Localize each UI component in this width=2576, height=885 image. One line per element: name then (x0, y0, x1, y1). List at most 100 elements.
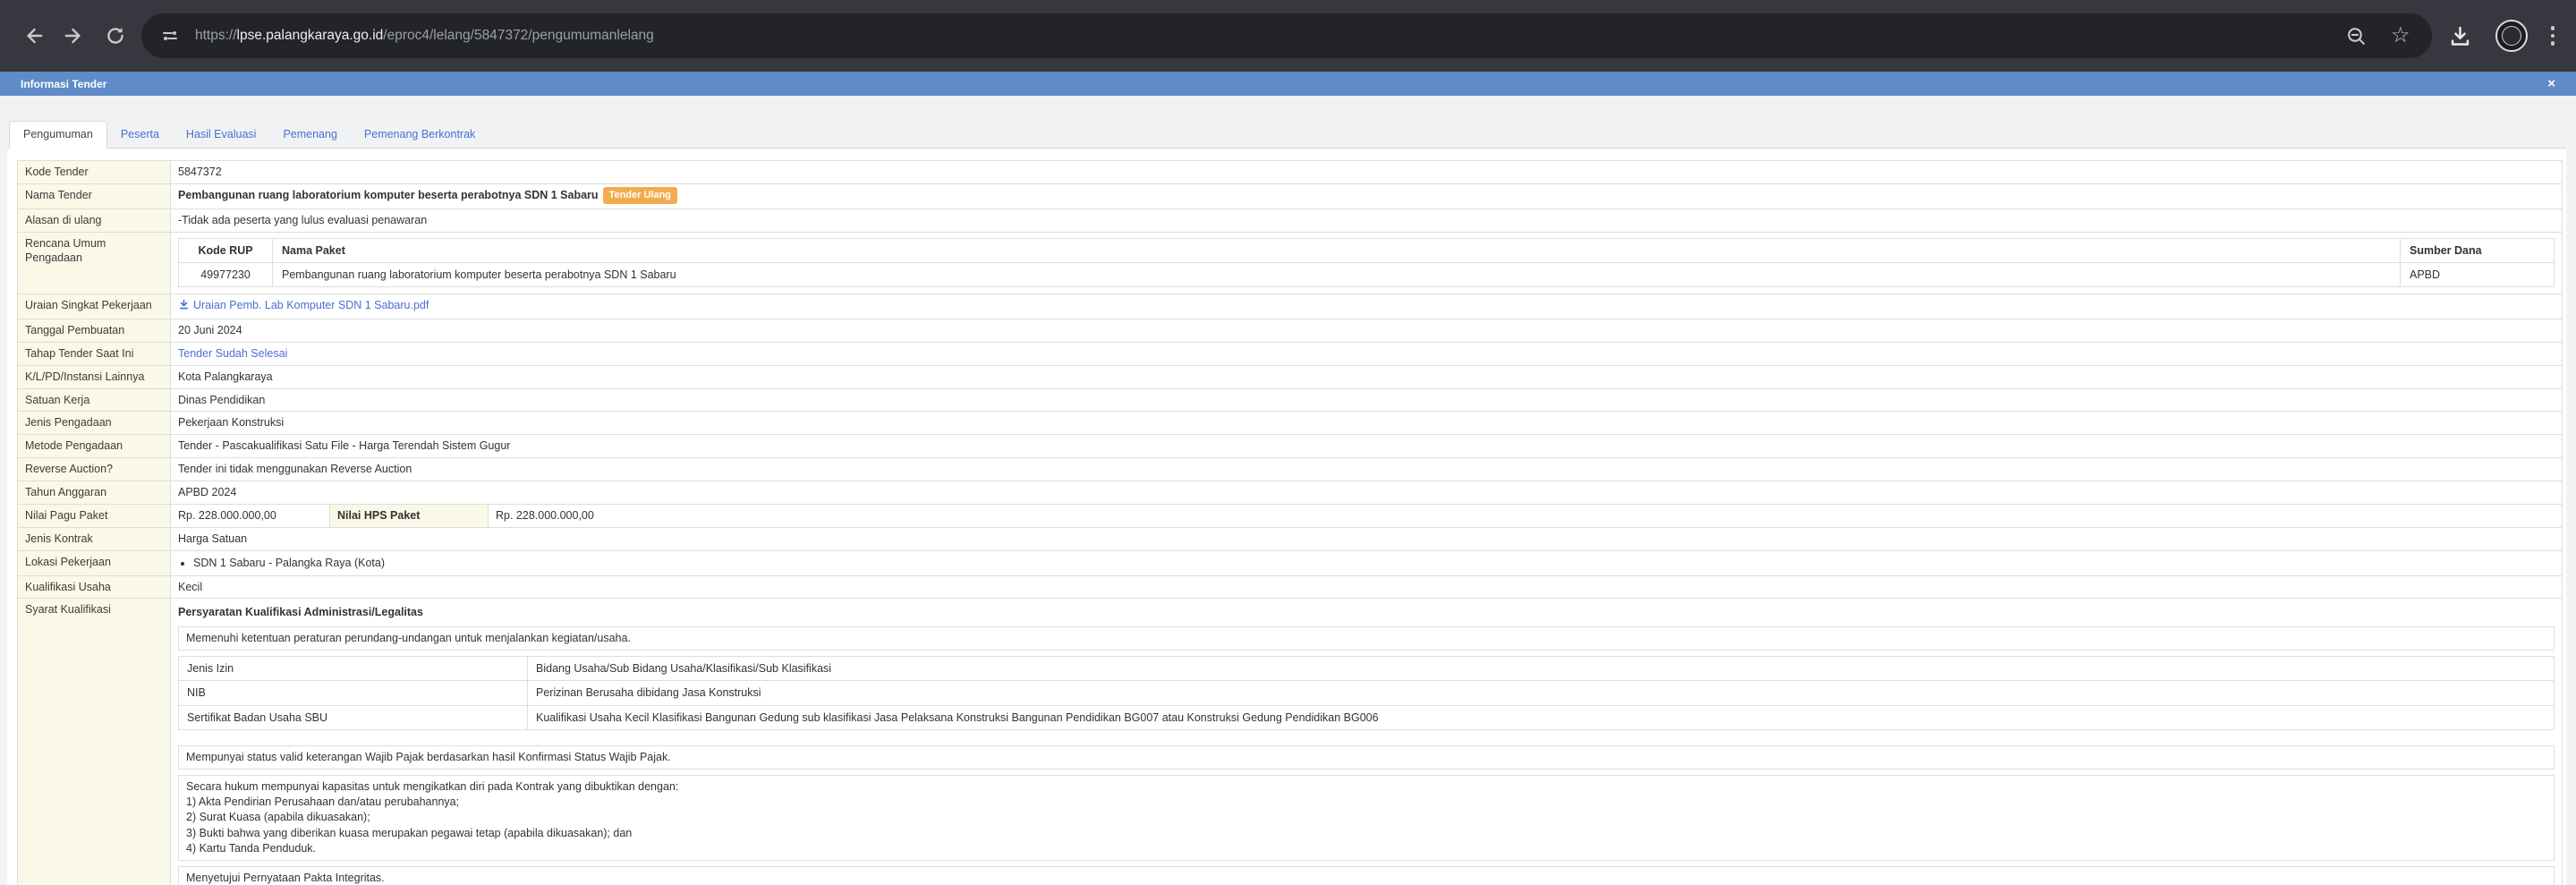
table-row: Satuan Kerja Dinas Pendidikan (18, 389, 2563, 413)
row-label: Kualifikasi Usaha (18, 576, 171, 600)
nama-tender-value: Pembangunan ruang laboratorium komputer … (178, 189, 599, 201)
row-label: Syarat Kualifikasi (18, 599, 171, 885)
nilai-hps-value: Rp. 228.000.000,00 (489, 505, 2563, 528)
browser-toolbar: https://lpse.palangkaraya.go.id/eproc4/l… (0, 0, 2576, 72)
tender-info-table: Kode Tender 5847372 Nama Tender Pembangu… (17, 160, 2563, 885)
table-row: Alasan di ulang -Tidak ada peserta yang … (18, 209, 2563, 233)
download-icon (178, 299, 190, 315)
row-label: Nama Tender (18, 184, 171, 209)
profile-avatar[interactable] (2495, 20, 2528, 52)
tender-page: Pengumuman Peserta Hasil Evaluasi Pemena… (0, 96, 2576, 885)
site-info-icon[interactable] (159, 25, 181, 47)
forward-button[interactable] (54, 15, 95, 56)
forward-icon (63, 24, 86, 47)
table-row: Tahap Tender Saat Ini Tender Sudah Seles… (18, 343, 2563, 366)
requirement-item: Mempunyai status valid keterangan Wajib … (178, 745, 2555, 770)
metode-value: Tender - Pascakualifikasi Satu File - Ha… (171, 435, 2563, 458)
row-label: Jenis Pengadaan (18, 412, 171, 435)
table-row: K/L/PD/Instansi Lainnya Kota Palangkaray… (18, 366, 2563, 389)
nilai-hps-label: Nilai HPS Paket (330, 505, 489, 528)
table-row: Kualifikasi Usaha Kecil (18, 576, 2563, 600)
jenis-pengadaan-value: Pekerjaan Konstruksi (171, 412, 2563, 435)
row-label: Metode Pengadaan (18, 435, 171, 458)
izin-table: Jenis Izin Bidang Usaha/Sub Bidang Usaha… (178, 656, 2555, 730)
row-label: Nilai Pagu Paket (18, 505, 171, 528)
back-icon (21, 24, 45, 47)
alasan-value: -Tidak ada peserta yang lulus evaluasi p… (171, 209, 2563, 233)
modal-title: Informasi Tender (21, 78, 106, 90)
reverse-auction-value: Tender ini tidak menggunakan Reverse Auc… (171, 458, 2563, 481)
browser-menu-icon[interactable] (2551, 26, 2555, 46)
url-text[interactable]: https://lpse.palangkaraya.go.id/eproc4/l… (195, 28, 654, 44)
tab-pemenang[interactable]: Pemenang (269, 122, 350, 148)
kode-tender-value: 5847372 (171, 161, 2563, 184)
rup-header-kode: Kode RUP (179, 238, 273, 262)
izin-row: NIB Perizinan Berusaha dibidang Jasa Kon… (179, 681, 2555, 705)
avatar-seal (2502, 26, 2521, 46)
table-row: Jenis Pengadaan Pekerjaan Konstruksi (18, 412, 2563, 435)
tab-pemenang-berkontrak[interactable]: Pemenang Berkontrak (351, 122, 489, 148)
table-row: Metode Pengadaan Tender - Pascakualifika… (18, 435, 2563, 458)
row-label: Uraian Singkat Pekerjaan (18, 294, 171, 319)
table-row: Reverse Auction? Tender ini tidak menggu… (18, 458, 2563, 481)
table-row: Jenis Kontrak Harga Satuan (18, 528, 2563, 551)
rup-kode: 49977230 (179, 262, 273, 286)
uraian-pdf-link[interactable]: Uraian Pemb. Lab Komputer SDN 1 Sabaru.p… (178, 299, 429, 311)
requirement-item: Memenuhi ketentuan peraturan perundang-u… (178, 626, 2555, 651)
tab-peserta[interactable]: Peserta (107, 122, 173, 148)
rup-sumber: APBD (2401, 262, 2555, 286)
bookmark-star-icon[interactable]: ☆ (2391, 25, 2410, 47)
table-row: Tanggal Pembuatan 20 Juni 2024 (18, 319, 2563, 343)
row-label: Tahap Tender Saat Ini (18, 343, 171, 366)
tanggal-value: 20 Juni 2024 (171, 319, 2563, 343)
rup-header-nama: Nama Paket (273, 238, 2401, 262)
rup-nama: Pembangunan ruang laboratorium komputer … (273, 262, 2401, 286)
url-domain: lpse.palangkaraya.go.id (237, 28, 384, 43)
table-row: Kode Tender 5847372 (18, 161, 2563, 184)
close-icon[interactable]: × (2547, 77, 2555, 90)
row-label: Jenis Kontrak (18, 528, 171, 551)
requirement-item-multiline: Secara hukum mempunyai kapasitas untuk m… (178, 775, 2555, 861)
requirement-item: Menyetujui Pernyataan Pakta Integritas. (178, 866, 2555, 885)
table-row: Syarat Kualifikasi Persyaratan Kualifika… (18, 599, 2563, 885)
row-label: K/L/PD/Instansi Lainnya (18, 366, 171, 389)
reload-button[interactable] (95, 15, 136, 56)
row-label: Reverse Auction? (18, 458, 171, 481)
tender-ulang-badge: Tender Ulang (603, 187, 677, 204)
izin-header-jenis: Jenis Izin (179, 657, 528, 681)
satuan-kerja-value: Dinas Pendidikan (171, 389, 2563, 413)
reload-icon (104, 24, 127, 47)
izin-header-bidang: Bidang Usaha/Sub Bidang Usaha/Klasifikas… (528, 657, 2555, 681)
row-label: Satuan Kerja (18, 389, 171, 413)
downloads-icon[interactable] (2448, 24, 2472, 48)
tab-pengumuman[interactable]: Pengumuman (9, 121, 107, 149)
instansi-value: Kota Palangkaraya (171, 366, 2563, 389)
table-row: Nilai Pagu Paket Rp. 228.000.000,00 Nila… (18, 505, 2563, 528)
rup-table: Kode RUP Nama Paket Sumber Dana 49977230… (178, 238, 2555, 288)
izin-row: Sertifikat Badan Usaha SBU Kualifikasi U… (179, 705, 2555, 729)
tab-hasil-evaluasi[interactable]: Hasil Evaluasi (173, 122, 270, 148)
row-label: Tahun Anggaran (18, 481, 171, 505)
table-row: Rencana Umum Pengadaan Kode RUP Nama Pak… (18, 233, 2563, 295)
tahun-anggaran-value: APBD 2024 (171, 481, 2563, 505)
rup-header-sumber: Sumber Dana (2401, 238, 2555, 262)
tahap-tender-link[interactable]: Tender Sudah Selesai (178, 347, 287, 360)
row-label: Lokasi Pekerjaan (18, 551, 171, 576)
table-row: Tahun Anggaran APBD 2024 (18, 481, 2563, 505)
zoom-out-icon[interactable] (2345, 25, 2368, 47)
url-bar[interactable]: https://lpse.palangkaraya.go.id/eproc4/l… (141, 13, 2432, 58)
toolbar-right (2443, 20, 2564, 52)
nilai-pagu-value: Rp. 228.000.000,00 (171, 505, 330, 528)
row-label: Tanggal Pembuatan (18, 319, 171, 343)
url-scheme: https:// (195, 28, 237, 43)
back-button[interactable] (13, 15, 54, 56)
row-label: Rencana Umum Pengadaan (18, 233, 171, 295)
syarat-kualifikasi-section: Persyaratan Kualifikasi Administrasi/Leg… (171, 599, 2563, 885)
row-label: Kode Tender (18, 161, 171, 184)
kualifikasi-usaha-value: Kecil (171, 576, 2563, 600)
lokasi-item: SDN 1 Sabaru - Palangka Raya (Kota) (193, 556, 2555, 571)
tab-content-panel: Kode Tender 5847372 Nama Tender Pembangu… (7, 149, 2566, 885)
table-row: Lokasi Pekerjaan SDN 1 Sabaru - Palangka… (18, 551, 2563, 576)
row-label: Alasan di ulang (18, 209, 171, 233)
table-row: Uraian Singkat Pekerjaan Uraian Pemb. La… (18, 294, 2563, 319)
